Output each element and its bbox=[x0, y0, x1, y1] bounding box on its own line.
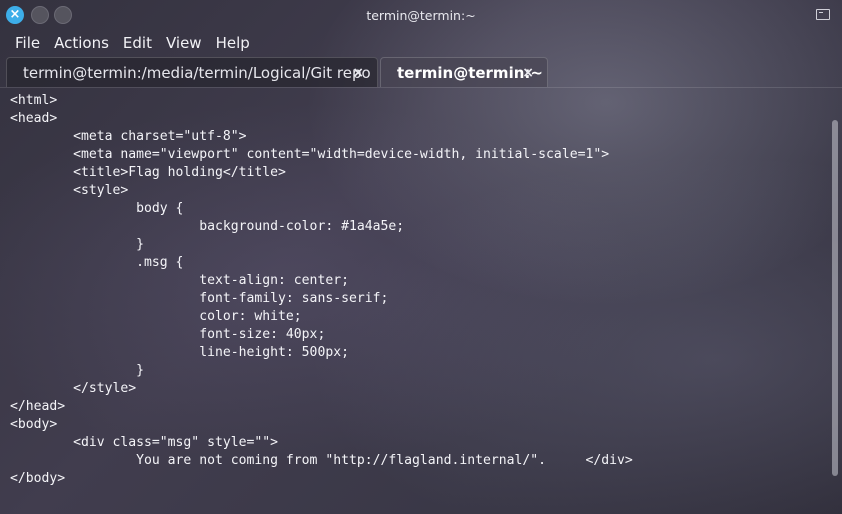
menu-bar: File Actions Edit View Help bbox=[0, 31, 842, 55]
menu-help[interactable]: Help bbox=[209, 31, 257, 55]
tab-git-repo[interactable]: termin@termin:/media/termin/Logical/Git … bbox=[6, 57, 378, 87]
terminal-line: } bbox=[10, 237, 145, 252]
terminal-line: line-height: 500px; bbox=[10, 345, 349, 360]
terminal-line: font-size: 40px; bbox=[10, 327, 326, 342]
tab-label: termin@termin:/media/termin/Logical/Git … bbox=[23, 63, 371, 82]
terminal-line: background-color: #1a4a5e; bbox=[10, 219, 405, 234]
terminal-line: </head> bbox=[10, 399, 66, 414]
menu-view[interactable]: View bbox=[159, 31, 209, 55]
terminal-output[interactable]: <html> <head> <meta charset="utf-8"> <met… bbox=[0, 88, 826, 514]
title-bar: × termin@termin:~ bbox=[0, 0, 842, 31]
tab-label: termin@termin:~ bbox=[397, 63, 543, 82]
menu-actions[interactable]: Actions bbox=[47, 31, 116, 55]
scrollbar[interactable] bbox=[832, 120, 838, 476]
tab-home[interactable]: termin@termin:~ × bbox=[380, 57, 548, 87]
terminal-line: body { bbox=[10, 201, 184, 216]
terminal-line: .msg { bbox=[10, 255, 184, 270]
terminal-line: font-family: sans-serif; bbox=[10, 291, 389, 306]
terminal-line: <meta name="viewport" content="width=dev… bbox=[10, 147, 610, 162]
terminal-line: } bbox=[10, 363, 145, 378]
tab-bar: termin@termin:/media/termin/Logical/Git … bbox=[0, 55, 842, 88]
terminal-line: <meta charset="utf-8"> bbox=[10, 129, 247, 144]
terminal-line: <body> bbox=[10, 417, 58, 432]
terminal-line: <html> bbox=[10, 93, 58, 108]
menu-edit[interactable]: Edit bbox=[116, 31, 159, 55]
terminal-window: × termin@termin:~ File Actions Edit View… bbox=[0, 0, 842, 514]
terminal-line: text-align: center; bbox=[10, 273, 349, 288]
menu-file[interactable]: File bbox=[8, 31, 47, 55]
window-title: termin@termin:~ bbox=[366, 8, 476, 23]
terminal-line: <title>Flag holding</title> bbox=[10, 165, 286, 180]
tab-close-icon[interactable]: × bbox=[352, 65, 364, 81]
terminal-line: </style> bbox=[10, 381, 137, 396]
terminal-line: <head> bbox=[10, 111, 58, 126]
terminal-line: <style> bbox=[10, 183, 129, 198]
terminal-line: color: white; bbox=[10, 309, 302, 324]
terminal-line: </body> bbox=[10, 471, 66, 486]
terminal-line: <div class="msg" style=""> bbox=[10, 435, 279, 450]
terminal-icon[interactable] bbox=[816, 9, 830, 20]
terminal-line: You are not coming from "http://flagland… bbox=[10, 453, 633, 468]
tab-close-icon[interactable]: × bbox=[522, 65, 534, 81]
